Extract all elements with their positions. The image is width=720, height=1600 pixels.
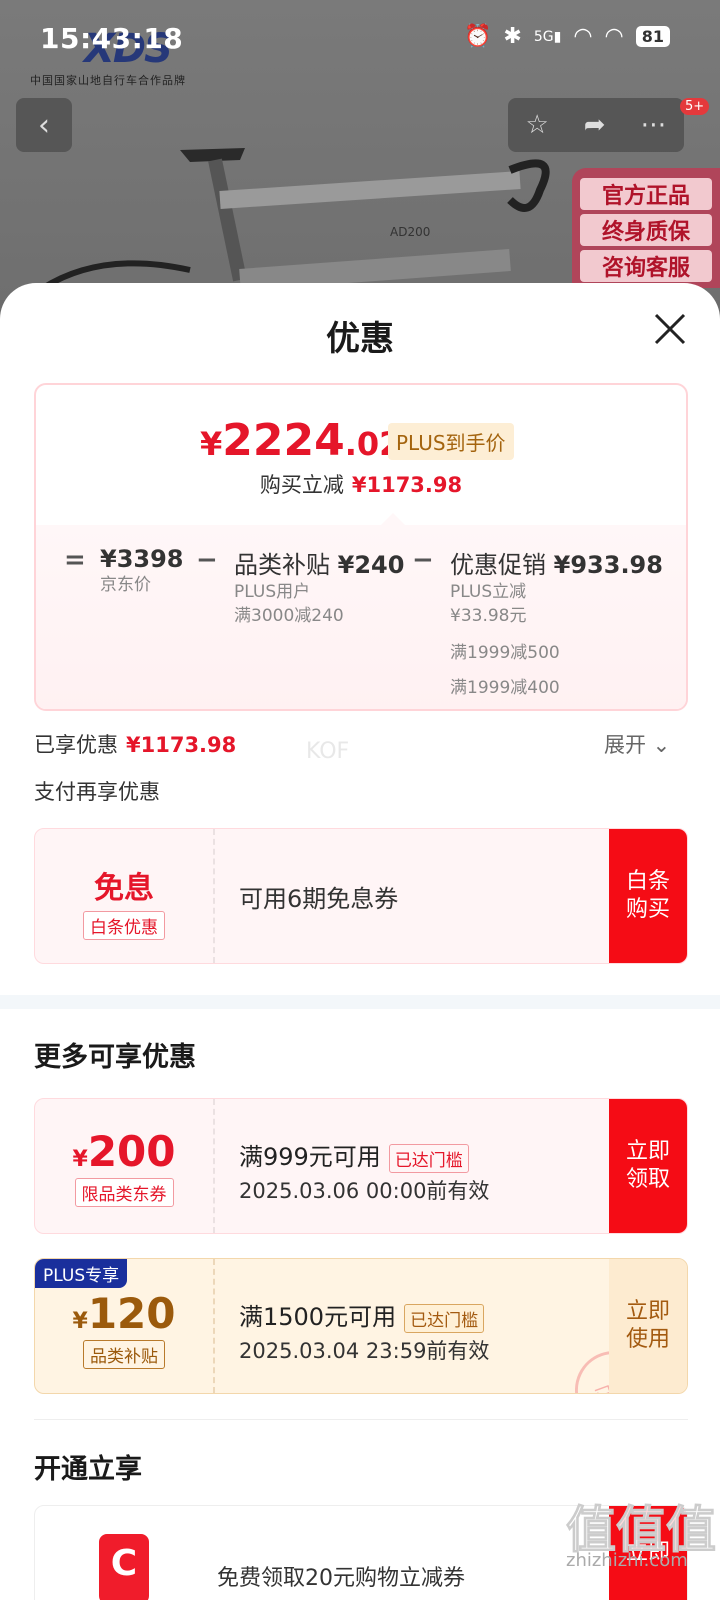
share-icon[interactable]: ➦ xyxy=(584,110,606,140)
watermark-text: KOF xyxy=(306,739,350,764)
baitiao-buy-button[interactable]: 白条购买 xyxy=(609,829,687,963)
promo-sub3: 满1999减500 xyxy=(450,643,560,663)
membership-offer-text: 免费领取20元购物立减券 xyxy=(217,1566,465,1591)
promo-label: 优惠促销 xyxy=(450,551,546,579)
baitiao-coupon-card: 免息 白条优惠 可用6期免息券 白条购买 xyxy=(34,828,688,964)
minus-sign-2: − xyxy=(412,545,434,575)
coupon-type-tag: 限品类东券 xyxy=(74,1178,174,1207)
promo-item-service: 咨询客服 xyxy=(580,250,712,282)
coupon-type-tag: 品类补贴 xyxy=(83,1340,165,1369)
coupon-left: ¥120 品类补贴 xyxy=(35,1259,213,1393)
close-icon[interactable] xyxy=(650,309,690,349)
plus-price-tag: PLUS到手价 xyxy=(388,423,514,460)
top-action-group: ☆ ➦ ⋯ xyxy=(508,98,684,152)
jd-price: ¥3398 xyxy=(100,545,184,573)
promo-item-warranty: 终身质保 xyxy=(580,214,712,246)
equals-sign: = xyxy=(64,545,86,575)
expand-button[interactable]: 展开 ⌄ xyxy=(604,729,670,759)
coupon-divider xyxy=(213,1099,215,1233)
cart-badge: 5+ xyxy=(680,98,710,115)
purchase-reduction: 购买立减 ¥1173.98 xyxy=(259,473,463,497)
baitiao-tag: 白条优惠 xyxy=(83,911,165,940)
interest-free-desc: 可用6期免息券 xyxy=(239,885,399,913)
wifi-icon-2: ◠ xyxy=(604,24,624,49)
bike-model-label: AD200 xyxy=(390,225,430,239)
subsidy-sub1: PLUS用户 xyxy=(234,582,311,602)
signal-icon: 5G▮ xyxy=(533,28,562,45)
battery-icon: 81 xyxy=(635,26,670,47)
promo-item-genuine: 官方正品 xyxy=(580,178,712,210)
price-breakdown-card: ¥2224.02 PLUS到手价 购买立减 ¥1173.98 = ¥3398 京东… xyxy=(34,383,688,711)
status-bar: 15:43:18 ⏰ ✱ 5G▮ ◠ ◠ 81 xyxy=(0,0,720,80)
bike-image: AD200 xyxy=(40,148,550,290)
final-price: ¥2224.02 xyxy=(200,415,402,466)
separator-line xyxy=(34,1419,688,1420)
bluetooth-icon: ✱ xyxy=(503,24,522,49)
coupon-divider xyxy=(213,1259,215,1393)
discount-sheet: 优惠 ¥2224.02 PLUS到手价 购买立减 ¥1173.98 = ¥3398… xyxy=(0,283,720,1600)
coupon-amount: ¥200 xyxy=(72,1127,176,1176)
promo-sub4: 满1999减400 xyxy=(450,678,560,698)
coupon-amount: ¥120 xyxy=(72,1289,176,1338)
back-button[interactable]: ‹ xyxy=(16,98,72,152)
subsidy-block: 品类补贴 ¥240 PLUS用户 满3000减240 xyxy=(234,545,404,628)
interest-free-title: 免息 xyxy=(94,871,154,906)
status-time: 15:43:18 xyxy=(40,22,184,55)
coupon-left: ¥200 限品类东券 xyxy=(35,1099,213,1233)
membership-logo: C xyxy=(99,1534,149,1600)
chevron-down-icon: ⌄ xyxy=(646,733,671,757)
coupon-200-card: ¥200 限品类东券 满999元可用 已达门槛 2025.03.06 00:00前… xyxy=(34,1098,688,1234)
pay-again-title: 支付再享优惠 xyxy=(34,780,160,804)
claim-coupon-button[interactable]: 立即领取 xyxy=(609,1099,687,1233)
subsidy-sub2: 满3000减240 xyxy=(234,606,344,626)
sheet-title: 优惠 xyxy=(326,319,394,359)
coupon-condition: 满999元可用 已达门槛 xyxy=(239,1137,469,1173)
coupon-120-card: PLUS专享 ¥120 品类补贴 满1500元可用 已达门槛 2025.03.04… xyxy=(34,1258,688,1394)
section-divider xyxy=(0,995,720,1009)
subsidy-value: ¥240 xyxy=(337,551,405,579)
promo-side-banner: 官方正品 终身质保 咨询客服 xyxy=(572,168,720,288)
subsidy-label: 品类补贴 xyxy=(234,551,330,579)
chevron-left-icon: ‹ xyxy=(38,107,50,143)
jd-price-label: 京东价 xyxy=(100,575,151,595)
jd-price-block: ¥3398 京东价 xyxy=(100,545,184,597)
coupon-condition: 满1500元可用 已达门槛 xyxy=(239,1297,485,1333)
promo-block: 优惠促销 ¥933.98 PLUS立减 ¥33.98元 满1999减500 满1… xyxy=(450,545,663,698)
more-icon[interactable]: ⋯ xyxy=(640,110,666,140)
use-coupon-button[interactable]: 立即使用 xyxy=(609,1259,687,1393)
alarm-icon: ⏰ xyxy=(464,24,492,49)
reached-tag: 已达门槛 xyxy=(404,1303,485,1333)
minus-sign-1: − xyxy=(196,545,218,575)
open-membership-title: 开通立享 xyxy=(34,1454,142,1485)
coupon-left: 免息 白条优惠 xyxy=(35,829,213,963)
star-icon[interactable]: ☆ xyxy=(525,110,548,140)
enjoyed-discount: 已享优惠 ¥1173.98 xyxy=(34,733,237,757)
more-discounts-title: 更多可享优惠 xyxy=(34,1042,196,1073)
promo-sub2: ¥33.98元 xyxy=(450,606,527,626)
site-watermark-url: zhizhizhi.com xyxy=(566,1550,688,1571)
status-icons: ⏰ ✱ 5G▮ ◠ ◠ 81 xyxy=(464,24,670,49)
promo-value: ¥933.98 xyxy=(553,551,663,579)
coupon-validity: 2025.03.06 00:00前有效 xyxy=(239,1179,490,1203)
reached-tag: 已达门槛 xyxy=(388,1143,469,1173)
promo-sub1: PLUS立减 xyxy=(450,582,527,602)
coupon-divider xyxy=(213,829,215,963)
coupon-validity: 2025.03.04 23:59前有效 xyxy=(239,1339,490,1363)
wifi-icon: ◠ xyxy=(573,24,593,49)
card-notch xyxy=(381,513,405,525)
